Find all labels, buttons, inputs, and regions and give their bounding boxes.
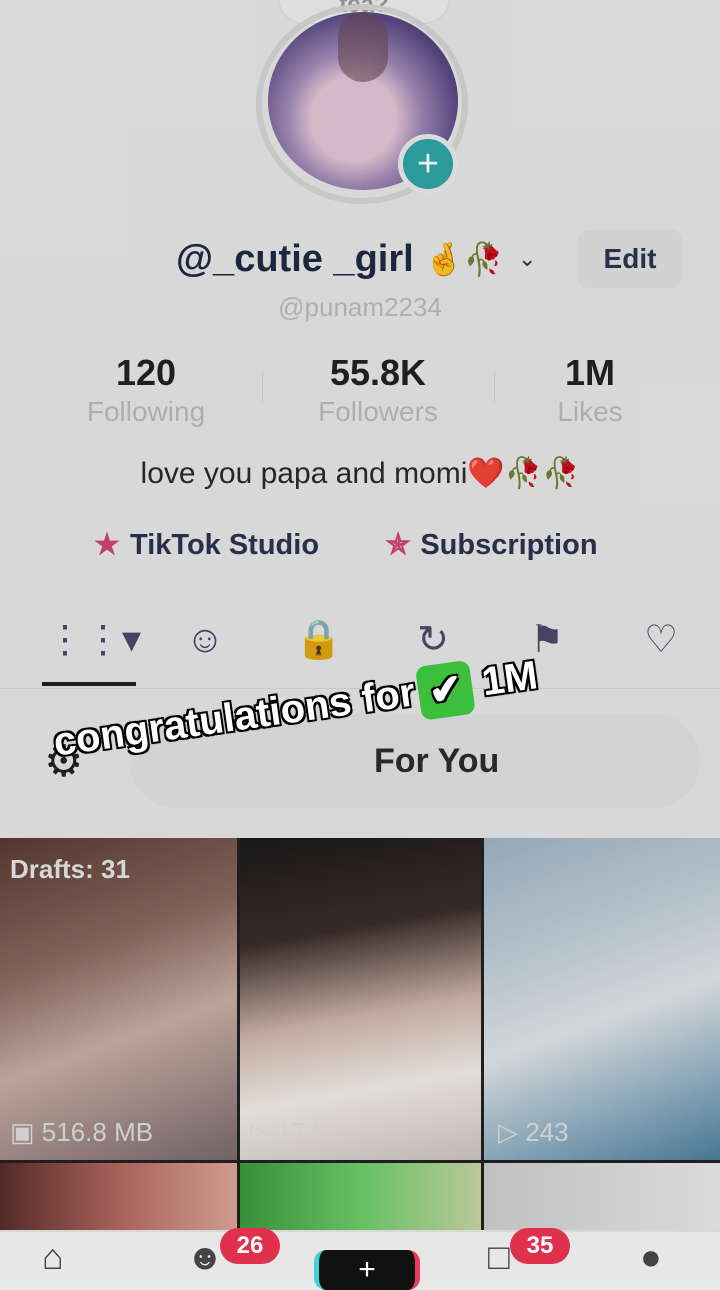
stat-value: 1M: [564, 352, 615, 393]
stat-value: 55.8K: [329, 352, 427, 393]
stat-divider: [262, 372, 263, 402]
stat-followers[interactable]: 55.8K Followers: [278, 352, 478, 428]
heart-icon: ♡: [643, 619, 679, 661]
stat-likes[interactable]: 1M Likes: [490, 352, 690, 428]
add-story-icon[interactable]: +: [398, 134, 458, 194]
profile-icon[interactable]: ●: [640, 1236, 662, 1278]
tab-stickers[interactable]: ☺: [160, 610, 250, 670]
create-button[interactable]: +: [314, 1250, 420, 1290]
name-emoji: 🤞🥀: [424, 241, 504, 277]
drafts-size-value: 516.8 MB: [41, 1117, 154, 1147]
grid-icon: ⋮⋮▾: [46, 619, 142, 661]
sticker-icon: ☺: [185, 619, 225, 661]
subscription-label: Subscription: [420, 529, 598, 561]
caption-count: 1M: [479, 653, 541, 705]
tiktok-studio-label: TikTok Studio: [130, 529, 320, 561]
video-tile[interactable]: [240, 1163, 481, 1230]
tiktok-studio-button[interactable]: ★ TikTok Studio: [94, 527, 319, 571]
active-tab-indicator: [42, 682, 136, 686]
view-count-value: 174: [277, 1117, 321, 1147]
tab-private[interactable]: 🔒: [274, 610, 364, 670]
view-count-value: 243: [525, 1117, 569, 1147]
profile-name-row: @_cutie _girl 🤞🥀 ⌄ Edit: [0, 228, 720, 292]
inbox-badge: 35: [510, 1228, 570, 1264]
video-tile[interactable]: [484, 1163, 720, 1230]
filter-label: For You: [374, 742, 500, 780]
chevron-down-icon[interactable]: ⌄: [518, 246, 536, 272]
user-star-icon: ★: [94, 529, 120, 561]
video-tile[interactable]: ▷ 174: [240, 838, 481, 1160]
lock-icon: 🔒: [295, 619, 343, 661]
tab-videos[interactable]: ⋮⋮▾: [46, 610, 141, 670]
inbox-icon[interactable]: □: [488, 1236, 510, 1278]
subscription-button[interactable]: ✯ Subscription: [386, 527, 598, 571]
username: @punam2234: [278, 292, 442, 322]
repost-icon: ↻: [417, 619, 449, 661]
profile-bio: love you papa and momi❤️🥀🥀: [140, 457, 580, 490]
play-icon: ▷: [498, 1117, 526, 1147]
bookmark-icon: ⚑: [529, 619, 565, 661]
video-tile[interactable]: [0, 1163, 237, 1230]
folder-icon: ▣: [10, 1117, 42, 1147]
drafts-label: Drafts: 31: [10, 854, 130, 884]
star-badge-icon: ✯: [386, 529, 411, 561]
view-count: ▷ 243: [498, 1117, 569, 1148]
check-mark-icon: ✔: [415, 659, 477, 721]
stat-label: Following: [86, 396, 206, 427]
drafts-tile[interactable]: Drafts: 31 ▣ 516.8 MB: [0, 838, 237, 1160]
bottom-navigation: ⌂ ☻ 26 + □ 35 ●: [0, 1228, 720, 1290]
drafts-size: ▣ 516.8 MB: [10, 1117, 153, 1148]
video-grid: Drafts: 31 ▣ 516.8 MB ▷ 174 ▷ 243: [0, 838, 720, 1230]
friends-icon[interactable]: ☻: [186, 1236, 224, 1278]
friends-badge: 26: [220, 1228, 280, 1264]
stat-label: Likes: [557, 396, 623, 427]
display-name[interactable]: @_cutie _girl: [176, 238, 414, 281]
edit-profile-button[interactable]: Edit: [578, 230, 682, 288]
tab-liked[interactable]: ♡: [616, 610, 706, 670]
home-icon[interactable]: ⌂: [42, 1236, 64, 1278]
stat-label: Followers: [318, 396, 438, 427]
video-tile[interactable]: ▷ 243: [484, 838, 720, 1160]
play-icon: ▷: [250, 1117, 278, 1147]
view-count: ▷ 174: [250, 1117, 321, 1148]
stat-following[interactable]: 120 Following: [46, 352, 246, 428]
stat-value: 120: [115, 352, 177, 393]
